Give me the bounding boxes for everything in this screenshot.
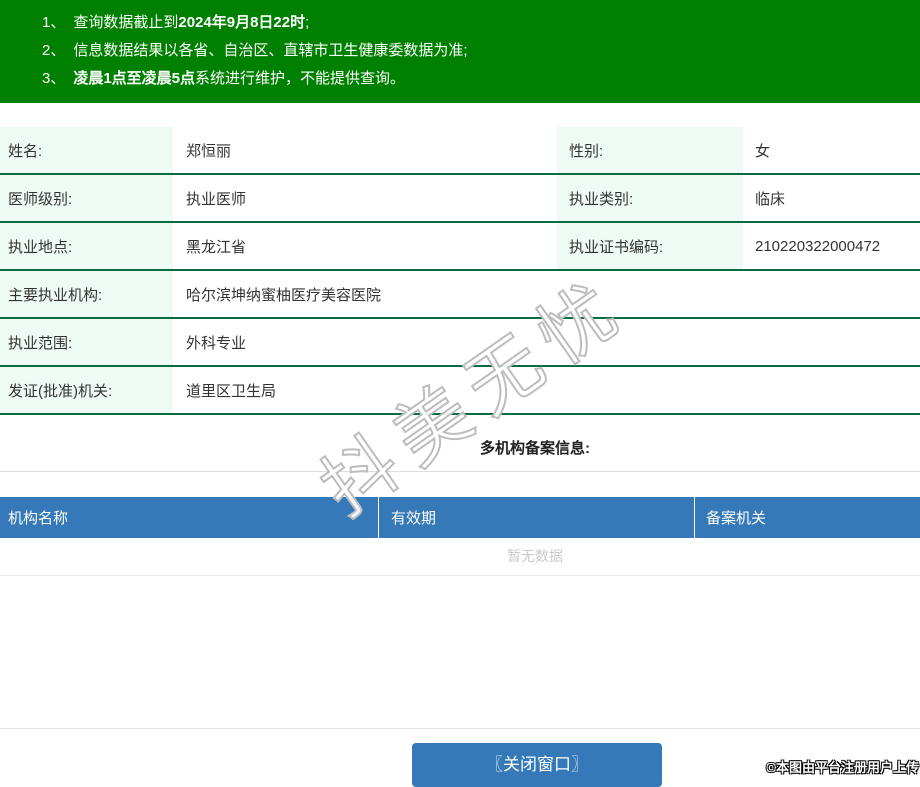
main-institution-label: 主要执业机构: [0, 270, 173, 319]
practice-location-value: 黑龙江省 [173, 222, 557, 271]
doctor-level-label: 医师级别: [0, 174, 173, 223]
table-row: 执业范围: 外科专业 [0, 318, 920, 367]
filing-col-institution: 机构名称 [8, 510, 69, 527]
filing-col-validity: 有效期 [378, 497, 694, 538]
certificate-number-label: 执业证书编码: [557, 222, 743, 271]
name-label: 姓名: [0, 127, 173, 175]
certificate-number-value: 210220322000472 [743, 222, 920, 271]
table-row: 姓名: 郑恒丽 性别: 女 [0, 127, 920, 175]
divider [0, 728, 920, 729]
practice-type-value: 临床 [743, 174, 920, 223]
notice-line-bold-text: 2024年9月8日22时 [178, 14, 306, 31]
filing-table-header: 机构名称 有效期 备案机关 [0, 497, 920, 538]
notice-line-text: ; [305, 14, 310, 31]
doctor-level-value: 执业医师 [173, 174, 557, 223]
notice-line-number: 3、 [42, 70, 66, 87]
notice-line-text: 信息数据结果以各省、自治区、直辖市卫生健康委数据为准; [73, 42, 468, 59]
table-row: 医师级别: 执业医师 执业类别: 临床 [0, 174, 920, 223]
upload-stamp: ©本图由平台注册用户上传 [766, 760, 919, 775]
gender-label: 性别: [557, 127, 743, 175]
notice-line-text: 系统进行维护，不能提供查询。 [195, 70, 406, 87]
notice-line-3: 3、 凌晨1点至凌晨5点系统进行维护，不能提供查询。 [42, 65, 920, 93]
table-row: 执业地点: 黑龙江省 执业证书编码: 210220322000472 [0, 222, 920, 271]
issuing-authority-value: 道里区卫生局 [173, 366, 920, 415]
notice-line-text: 查询数据截止到 [73, 14, 179, 31]
notice-line-2: 2、 信息数据结果以各省、自治区、直辖市卫生健康委数据为准; [42, 37, 920, 65]
notice-line-number: 1、 [42, 14, 66, 31]
notice-panel: 1、 查询数据截止到2024年9月8日22时; 2、 信息数据结果以各省、自治区、直… [0, 0, 920, 103]
filing-empty-text: 暂无数据 [0, 538, 920, 576]
practice-location-label: 执业地点: [0, 222, 173, 271]
name-value: 郑恒丽 [173, 127, 557, 175]
issuing-authority-label: 发证(批准)机关: [0, 366, 173, 415]
filing-section-title: 多机构备案信息: [480, 440, 590, 457]
main-institution-value: 哈尔滨坤纳蜜柚医疗美容医院 [173, 270, 920, 319]
table-row: 发证(批准)机关: 道里区卫生局 [0, 366, 920, 415]
notice-line-1: 1、 查询数据截止到2024年9月8日22时; [42, 9, 920, 37]
practice-type-label: 执业类别: [557, 174, 743, 223]
divider [0, 471, 920, 472]
notice-line-bold-text: 凌晨1点至凌晨5点 [73, 70, 196, 87]
close-window-button[interactable]: 〖关闭窗口〗 [412, 743, 662, 787]
filing-col-authority: 备案机关 [694, 497, 920, 538]
practice-scope-value: 外科专业 [173, 318, 920, 367]
table-row: 主要执业机构: 哈尔滨坤纳蜜柚医疗美容医院 [0, 270, 920, 319]
practice-scope-label: 执业范围: [0, 318, 173, 367]
notice-line-number: 2、 [42, 42, 66, 59]
gender-value: 女 [743, 127, 920, 175]
practitioner-info-table: 姓名: 郑恒丽 性别: 女 医师级别: 执业医师 执业类别: 临床 执业地点: … [0, 127, 920, 415]
